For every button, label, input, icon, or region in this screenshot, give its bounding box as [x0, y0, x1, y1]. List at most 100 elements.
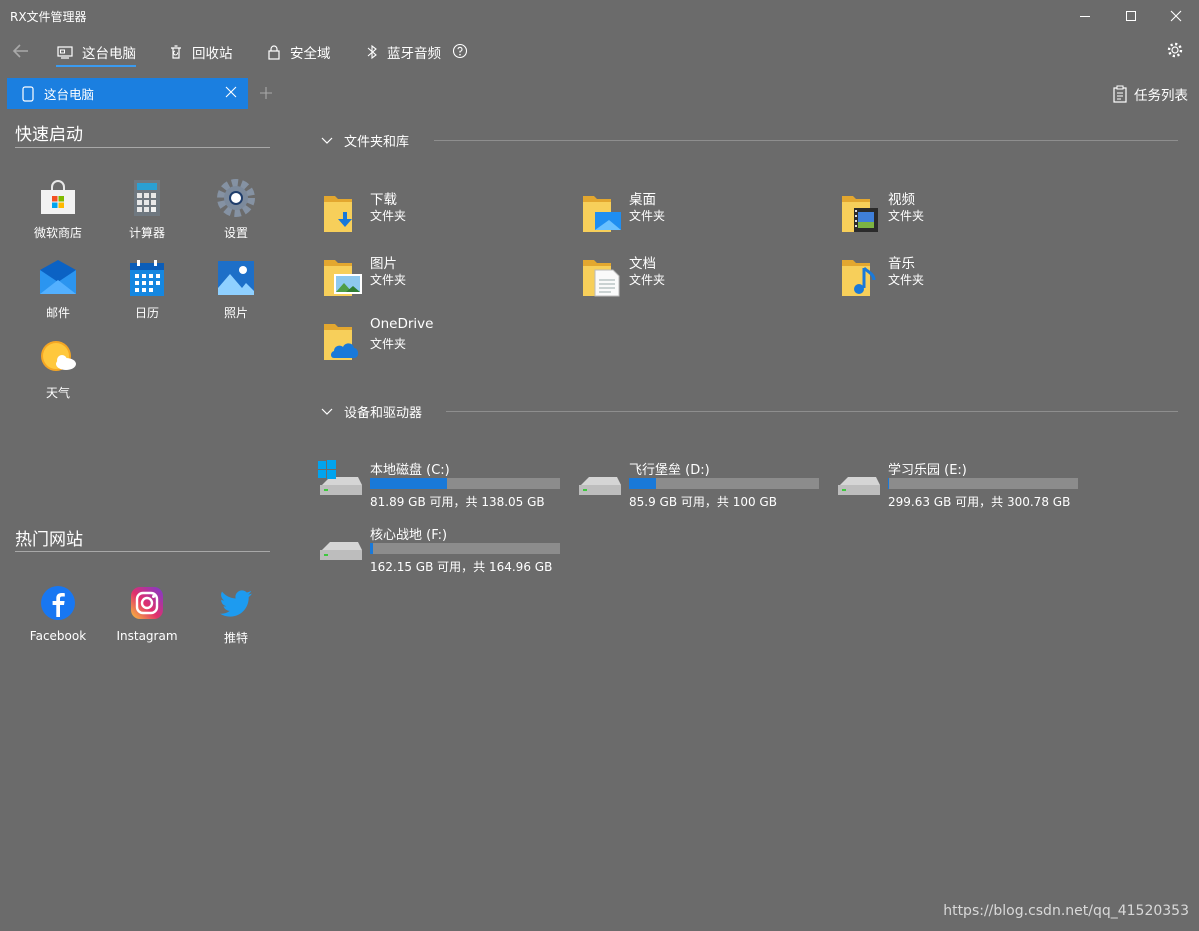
chevron-down-icon [321, 137, 333, 144]
tab-label: 这台电脑 [82, 46, 136, 62]
app-label: 天气 [45, 386, 70, 400]
folder-onedrive[interactable]: OneDrive 文件夹 [322, 316, 562, 370]
folder-downloads[interactable]: 下载 文件夹 [322, 188, 562, 242]
folder-documents[interactable]: 文档 文件夹 [581, 252, 821, 306]
tab-bluetooth-audio[interactable]: 蓝牙音频 [365, 40, 441, 64]
recycle-bin-icon [171, 45, 181, 59]
folder-name: 视频 [888, 192, 915, 208]
app-label: 日历 [134, 306, 159, 320]
drive-e[interactable]: 学习乐园 (E:) 299.63 GB 可用，共 300.78 GB [834, 459, 1084, 511]
divider [446, 411, 1178, 412]
back-button[interactable] [10, 40, 32, 62]
drive-name: 本地磁盘 (C:) [370, 463, 450, 478]
calendar-icon [130, 260, 164, 296]
tab-this-pc[interactable]: 这台电脑 [56, 40, 136, 67]
site-facebook[interactable]: Facebook [18, 583, 98, 643]
folder-desktop[interactable]: 桌面 文件夹 [581, 188, 821, 242]
tab-label: 安全域 [290, 46, 331, 62]
videos-folder-icon [842, 196, 878, 232]
drive-usage-bar [370, 478, 560, 489]
drives-section-header[interactable]: 设备和驱动器 [320, 402, 422, 421]
app-photos[interactable]: 照片 [196, 258, 276, 321]
tablet-icon [22, 85, 34, 102]
calculator-icon [134, 180, 160, 216]
folder-name: 图片 [370, 256, 397, 272]
drive-free-space: 299.63 GB 可用，共 300.78 GB [888, 495, 1071, 509]
site-instagram[interactable]: Instagram [107, 583, 187, 643]
hot-sites-title: 热门网站 [15, 530, 83, 550]
documents-folder-icon [583, 260, 620, 297]
folder-type: 文件夹 [370, 273, 407, 287]
folder-pictures[interactable]: 图片 文件夹 [322, 252, 562, 306]
folder-name: 文档 [629, 256, 656, 272]
plus-icon [260, 87, 272, 99]
tab-secure-domain[interactable]: 安全域 [266, 40, 331, 64]
folder-music[interactable]: 音乐 文件夹 [840, 252, 1080, 306]
tab-label: 回收站 [192, 46, 233, 62]
drive-name: 飞行堡垒 (D:) [629, 463, 710, 478]
app-calendar[interactable]: 日历 [107, 258, 187, 321]
drive-usage-bar [888, 478, 1078, 489]
mail-icon [40, 260, 76, 294]
app-mail[interactable]: 邮件 [18, 258, 98, 321]
drive-d[interactable]: 飞行堡垒 (D:) 85.9 GB 可用，共 100 GB [575, 459, 825, 511]
computer-icon [57, 46, 73, 59]
drive-c[interactable]: 本地磁盘 (C:) 81.89 GB 可用，共 138.05 GB [316, 459, 566, 511]
window-title: RX文件管理器 [10, 10, 87, 24]
drive-icon [320, 542, 362, 560]
folder-name: OneDrive [370, 316, 434, 332]
drive-free-space: 81.89 GB 可用，共 138.05 GB [370, 495, 545, 509]
folder-type: 文件夹 [888, 273, 925, 287]
divider [434, 140, 1178, 141]
folder-type: 文件夹 [370, 337, 407, 351]
tab-label: 蓝牙音频 [387, 46, 441, 62]
minimize-button[interactable] [1062, 0, 1108, 32]
onedrive-folder-icon [324, 324, 359, 360]
drive-usage-bar [370, 543, 560, 554]
twitter-icon [219, 590, 252, 617]
settings-icon [217, 179, 255, 217]
task-list-button[interactable]: 任务列表 [1112, 84, 1188, 104]
app-label: 设置 [223, 226, 248, 240]
app-settings[interactable]: 设置 [196, 178, 276, 241]
gear-icon [1167, 42, 1183, 58]
app-label: 计算器 [128, 226, 165, 240]
folders-section-header[interactable]: 文件夹和库 [320, 131, 409, 150]
site-label: Instagram [116, 629, 178, 643]
music-folder-icon [842, 260, 876, 296]
tab-title: 这台电脑 [44, 87, 95, 102]
drive-f[interactable]: 核心战地 (F:) 162.15 GB 可用，共 164.96 GB [316, 524, 566, 576]
app-label: 微软商店 [33, 226, 82, 240]
close-button[interactable] [1153, 0, 1199, 32]
help-button[interactable] [452, 43, 468, 59]
site-twitter[interactable]: 推特 [196, 583, 276, 646]
divider [15, 551, 270, 552]
drive-usage-fill [888, 478, 889, 489]
lock-icon [268, 45, 280, 60]
folder-name: 下载 [370, 192, 397, 208]
folder-name: 桌面 [629, 192, 656, 208]
app-label: 邮件 [45, 306, 70, 320]
app-weather[interactable]: 天气 [18, 338, 98, 401]
tab-recycle-bin[interactable]: 回收站 [168, 40, 233, 64]
tab-close-button[interactable] [225, 86, 237, 101]
drive-usage-fill [370, 478, 448, 489]
drive-icon [579, 477, 621, 495]
chevron-down-icon [321, 408, 333, 415]
app-microsoft-store[interactable]: 微软商店 [18, 178, 98, 241]
app-calculator[interactable]: 计算器 [107, 178, 187, 241]
close-icon [225, 86, 237, 98]
settings-button[interactable] [1166, 41, 1184, 59]
add-tab-button[interactable] [259, 86, 273, 100]
drive-usage-fill [629, 478, 656, 489]
store-icon [41, 180, 75, 214]
section-title: 文件夹和库 [344, 135, 410, 150]
maximize-button[interactable] [1108, 0, 1154, 32]
help-icon [452, 43, 468, 59]
tab-this-pc-open[interactable]: 这台电脑 [7, 78, 248, 109]
drive-free-space: 162.15 GB 可用，共 164.96 GB [370, 560, 553, 574]
folder-type: 文件夹 [370, 209, 407, 223]
drive-free-space: 85.9 GB 可用，共 100 GB [629, 495, 777, 509]
folder-videos[interactable]: 视频 文件夹 [840, 188, 1080, 242]
pictures-folder-icon [324, 260, 362, 296]
